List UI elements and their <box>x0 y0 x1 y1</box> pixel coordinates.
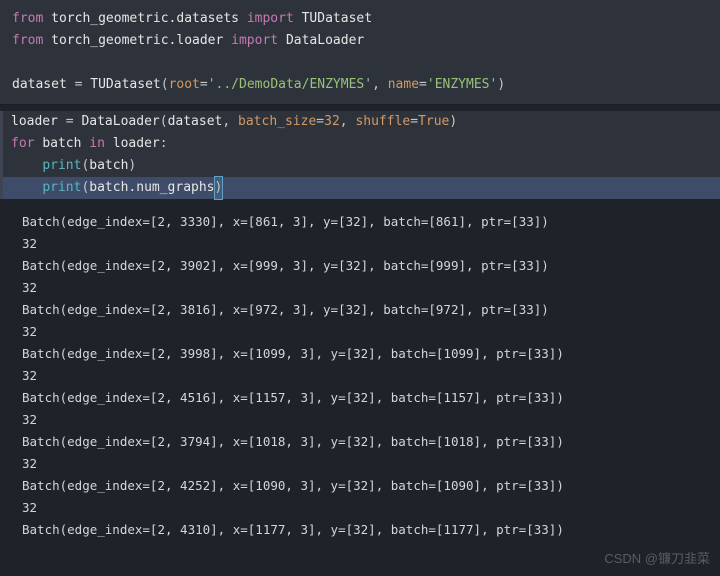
output-line: Batch(edge_index=[2, 4252], x=[1090, 3],… <box>22 475 720 497</box>
output-line: 32 <box>22 277 720 299</box>
output-line: Batch(edge_index=[2, 4310], x=[1177, 3],… <box>22 519 720 541</box>
code-line-blank <box>12 52 720 74</box>
code-line-import-1: from torch_geometric.datasets import TUD… <box>12 8 720 30</box>
output-line: 32 <box>22 497 720 519</box>
code-line-import-2: from torch_geometric.loader import DataL… <box>12 30 720 52</box>
output-line: Batch(edge_index=[2, 3794], x=[1018, 3],… <box>22 431 720 453</box>
editor-main-block[interactable]: loader = DataLoader(dataset, batch_size=… <box>0 111 720 199</box>
code-line-dataset: dataset = TUDataset(root='../DemoData/EN… <box>12 74 720 96</box>
output-line: 32 <box>22 321 720 343</box>
output-line: 32 <box>22 365 720 387</box>
output-line: Batch(edge_index=[2, 3816], x=[972, 3], … <box>22 299 720 321</box>
output-line: 32 <box>22 453 720 475</box>
watermark: CSDN @镰刀韭菜 <box>604 548 710 570</box>
editor-top-block[interactable]: from torch_geometric.datasets import TUD… <box>0 0 720 105</box>
code-line-print-numgraphs: print(batch.num_graphs) <box>3 177 720 199</box>
output-line: 32 <box>22 409 720 431</box>
output-console[interactable]: Batch(edge_index=[2, 3330], x=[861, 3], … <box>0 199 720 541</box>
code-line-print-batch: print(batch) <box>3 155 720 177</box>
output-line: Batch(edge_index=[2, 3998], x=[1099, 3],… <box>22 343 720 365</box>
output-line: Batch(edge_index=[2, 3330], x=[861, 3], … <box>22 211 720 233</box>
cursor[interactable]: ) <box>215 177 223 199</box>
code-line-loader: loader = DataLoader(dataset, batch_size=… <box>3 111 720 133</box>
code-line-for: for batch in loader: <box>3 133 720 155</box>
keyword-import: import <box>247 11 302 26</box>
output-line: Batch(edge_index=[2, 4516], x=[1157, 3],… <box>22 387 720 409</box>
output-line: 32 <box>22 233 720 255</box>
output-line: Batch(edge_index=[2, 3902], x=[999, 3], … <box>22 255 720 277</box>
keyword-from: from <box>12 11 51 26</box>
